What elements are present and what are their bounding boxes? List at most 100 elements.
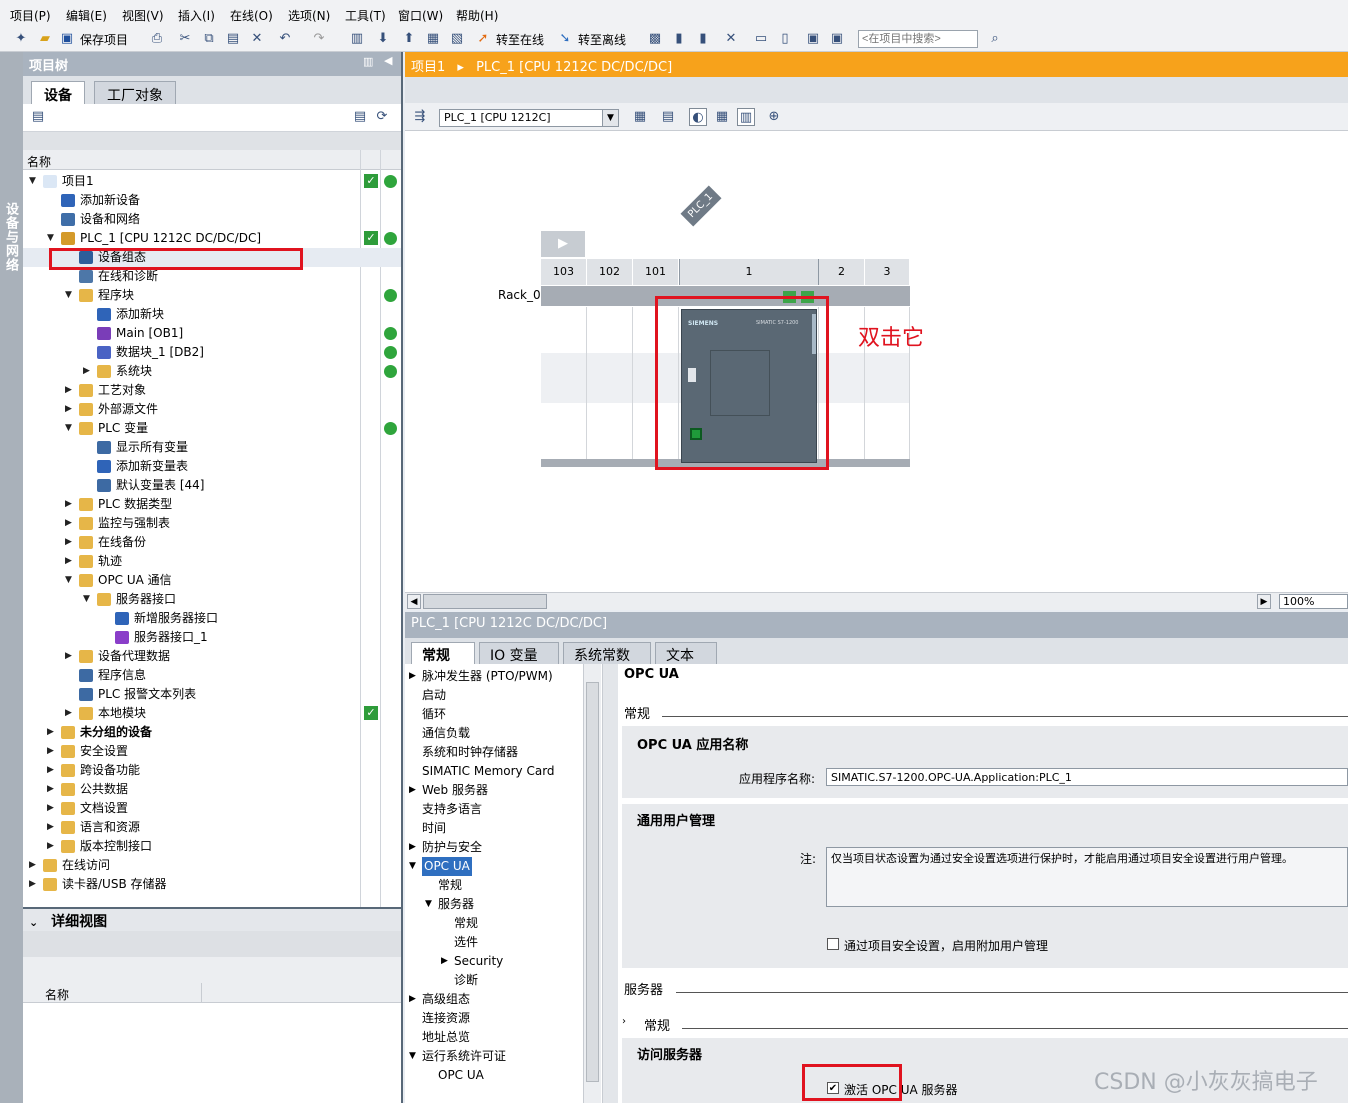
rack-slot[interactable] [541,307,587,459]
download-icon[interactable]: ⬆ [400,30,418,48]
inspector-nav-item[interactable]: OPC UA [405,1066,583,1085]
cross-reference-icon[interactable]: ✕ [722,30,740,48]
menu-item-3[interactable]: 插入(I) [178,7,215,24]
menu-item-1[interactable]: 编辑(E) [66,7,107,24]
tree-item[interactable]: ▶ 设备代理数据 [23,647,401,666]
tree-item[interactable]: 显示所有变量 [23,438,401,457]
inspector-nav-item[interactable]: 通信负载 [405,724,583,743]
collapse-arrow-icon[interactable]: ▼ [29,172,39,191]
inspector-tab[interactable]: 系统常数 [563,642,651,664]
expand-arrow-icon[interactable]: ▶ [65,514,75,533]
expand-arrow-icon[interactable]: ▶ [47,780,57,799]
expand-arrow-icon[interactable]: ▶ [65,495,75,514]
inspector-nav-item[interactable]: ▶ 脉冲发生器 (PTO/PWM) [405,667,583,686]
tree-item[interactable]: 默认变量表 [44] [23,476,401,495]
tree-item[interactable]: ▶ 未分组的设备 [23,723,401,742]
go-offline-icon[interactable]: ➘ [556,30,574,48]
tree-item[interactable]: ▼ PLC_1 [CPU 1212C DC/DC/DC] ✓ [23,229,401,248]
save-project-button[interactable]: 保存项目 [80,31,128,48]
expand-arrow-icon[interactable]: ▶ [29,875,39,894]
menu-item-6[interactable]: 工具(T) [345,7,386,24]
tree-item[interactable]: 新增服务器接口 [23,609,401,628]
expand-arrow-icon[interactable]: ▶ [29,856,39,875]
copy-icon[interactable]: ⧉ [200,30,218,48]
show-module-names-icon[interactable]: ▤ [659,108,677,126]
tree-item[interactable]: ▶ 公共数据 [23,780,401,799]
collapse-arrow-icon[interactable]: ▼ [425,895,432,914]
nav-scroll-thumb[interactable] [586,682,599,1082]
tree-item[interactable]: PLC 报警文本列表 [23,685,401,704]
tree-item[interactable]: ▼ 服务器接口 [23,590,401,609]
print-icon[interactable]: ⎙ [148,30,166,48]
tree-item[interactable]: ▼ 程序块 [23,286,401,305]
start-cpu-icon[interactable]: ▮ [670,30,688,48]
go-online-icon[interactable]: ➚ [474,30,492,48]
tree-item[interactable]: ▶ PLC 数据类型 [23,495,401,514]
inspector-nav-item[interactable]: 地址总览 [405,1028,583,1047]
split-editor-icon[interactable]: ▥ [348,30,366,48]
expand-arrow-icon[interactable]: ▶ [47,799,57,818]
inspector-nav-item[interactable]: 常规 [405,914,583,933]
search-icon[interactable]: ⌕ [986,30,1004,48]
menu-item-8[interactable]: 帮助(H) [456,7,498,24]
enable-user-management-checkbox[interactable] [827,938,839,950]
inspector-nav-item[interactable]: ▶ 防护与安全 [405,838,583,857]
inspector-nav-item[interactable]: ▼ 运行系统许可证 [405,1047,583,1066]
tree-item[interactable]: ▶ 读卡器/USB 存储器 [23,875,401,894]
rack-slot[interactable] [587,307,633,459]
breadcrumb-device[interactable]: PLC_1 [CPU 1212C DC/DC/DC] [476,60,672,75]
tree-item[interactable]: ▶ 在线访问 [23,856,401,875]
collapse-arrow-icon[interactable]: ▼ [409,1047,416,1066]
collapse-arrow-icon[interactable]: ▼ [65,419,75,438]
collapse-arrow-icon[interactable]: ▼ [409,857,416,876]
tree-item[interactable]: 添加新变量表 [23,457,401,476]
collapse-arrow-icon[interactable]: ▼ [47,229,57,248]
go-offline-button[interactable]: 转至离线 [578,31,626,48]
expand-arrow-icon[interactable]: ▶ [65,647,75,666]
scroll-right-icon[interactable]: ▶ [1257,594,1271,609]
split-vertical-icon[interactable]: ▯ [776,30,794,48]
inspector-splitter[interactable] [603,664,618,1103]
dropdown-arrow-icon[interactable]: ▼ [602,110,618,126]
inspector-nav-item[interactable]: 系统和时钟存储器 [405,743,583,762]
inspector-tab[interactable]: 文本 [655,642,717,664]
devices-networks-sidebar-tab[interactable]: 设备与网络 [0,52,23,1103]
open-project-icon[interactable]: ▰ [36,30,54,48]
menu-item-0[interactable]: 项目(P) [10,7,51,24]
expand-arrow-icon[interactable]: ▶ [47,837,57,856]
tab-plant-objects[interactable]: 工厂对象 [94,81,176,104]
tree-item[interactable]: ▶ 跨设备功能 [23,761,401,780]
upload-icon[interactable]: ▦ [424,30,442,48]
expand-arrow-icon[interactable]: ▶ [47,818,57,837]
show-overview-icon[interactable]: ▤ [29,108,47,126]
expand-arrow-icon[interactable]: ▶ [65,533,75,552]
show-module-labels-icon[interactable]: ◐ [689,108,707,126]
inspector-nav-item[interactable]: 连接资源 [405,1009,583,1028]
tab-devices[interactable]: 设备 [31,81,85,104]
tree-item[interactable]: ▶ 本地模块 ✓ [23,704,401,723]
server-general-heading[interactable]: 常规 [644,1015,670,1034]
tree-item[interactable]: ▼ 项目1 ✓ [23,172,401,191]
expand-arrow-icon[interactable]: ▶ [65,704,75,723]
restore-icon[interactable]: ▣ [828,30,846,48]
inspector-nav-item[interactable]: 循环 [405,705,583,724]
detail-view-header[interactable]: ⌄ 详细视图 [23,909,401,931]
split-horizontal-icon[interactable]: ▭ [752,30,770,48]
maximize-icon[interactable]: ▣ [804,30,822,48]
go-online-button[interactable]: 转至在线 [496,31,544,48]
expand-arrow-icon[interactable]: ▶ [65,381,75,400]
tree-item[interactable]: ▶ 工艺对象 [23,381,401,400]
tree-item[interactable]: ▼ OPC UA 通信 [23,571,401,590]
tree-item[interactable]: ▶ 轨迹 [23,552,401,571]
inspector-nav-scrollbar[interactable] [583,664,601,1103]
inspector-nav-item[interactable]: ▼ 服务器 [405,895,583,914]
collapse-arrow-icon[interactable]: ▼ [65,571,75,590]
device-view-icon[interactable]: ⇶ [411,108,429,126]
tree-item[interactable]: 服务器接口_1 [23,628,401,647]
zoom-icon[interactable]: ⊕ [765,108,783,126]
accessible-devices-icon[interactable]: ▩ [646,30,664,48]
delete-icon[interactable]: ✕ [248,30,266,48]
enable-user-management-label[interactable]: 通过项目安全设置，启用附加用户管理 [844,937,1048,954]
plc-name-tag[interactable]: PLC_1 [680,185,722,227]
expand-arrow-icon[interactable]: ▶ [83,362,93,381]
